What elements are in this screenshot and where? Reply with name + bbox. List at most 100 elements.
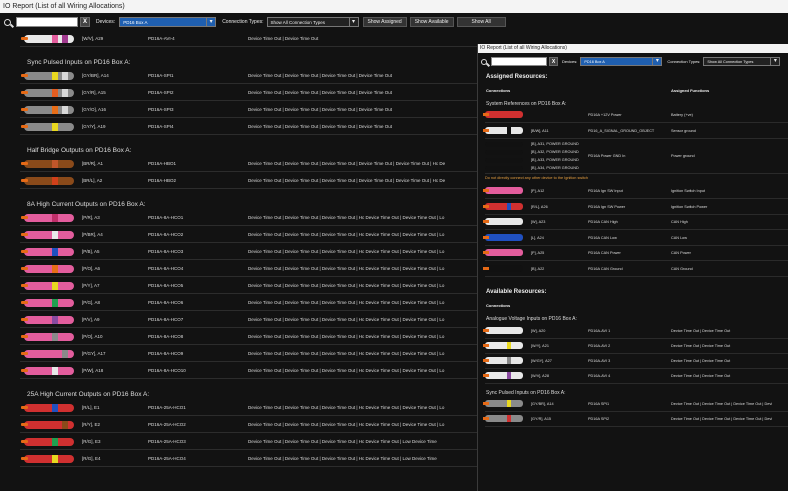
devices-label: Devices:: [96, 19, 116, 25]
wire-color-icon: [483, 372, 523, 379]
wire-band: [62, 176, 68, 185]
wire-tip-icon: [483, 189, 489, 192]
connection-cell: [W], A23: [531, 220, 546, 224]
pin-name-cell: PD16A-SPI4: [148, 124, 174, 129]
overlay-table-row[interactable]: [W/V], A28 PD16A-AVI 4 Device Time Out | D…: [483, 369, 788, 384]
table-row[interactable]: [R/G], E3 PD16A-25A-HCO3 Device Time Out |…: [20, 434, 515, 450]
pin-name-cell: PD16A-25A-HCO4: [148, 456, 186, 461]
section-header: 8A High Current Outputs on PD16 Box A:: [27, 201, 146, 208]
overlay-devices-select[interactable]: PD16 Box A ▾: [580, 57, 663, 66]
overlay-table-row[interactable]: PD16A +12V Power Battery (+ve): [483, 108, 788, 123]
table-row[interactable]: [GY/Y], A19 PD16A-SPI4 Device Time Out | D…: [20, 119, 515, 135]
show-all-button[interactable]: Show All: [456, 17, 506, 27]
table-row[interactable]: [P/GY], A17 PD16A-8A-HCO9 Device Time Out …: [20, 346, 515, 362]
overlay-table-row[interactable]: [W/Y], A21 PD16A-AVI 2 Device Time Out | D…: [483, 339, 788, 354]
table-row[interactable]: [BR/R], A1 PD16A-HBO1 Device Time Out | De…: [20, 156, 515, 172]
connection-cell: [GY/BR], A14: [531, 402, 554, 406]
table-row[interactable]: [P/Y], A7 PD16A-8A-HCO5 Device Time Out | …: [20, 278, 515, 294]
table-row[interactable]: [P/B], A5 PD16A-8A-HCO3 Device Time Out | …: [20, 244, 515, 260]
pin-name-cell: PD16A-8A-HCO9: [148, 351, 184, 356]
available-resources-heading: Available Resources:: [486, 289, 547, 295]
overlay-table-row[interactable]: [W], A20 PD16A-AVI 1 Device Time Out | Dev…: [483, 324, 788, 339]
overlay-table-row[interactable]: [P], A12 PD16A Ign SW Input Ignition Switc…: [483, 184, 788, 199]
pin-name-cell: PD16A-SPI3: [148, 107, 174, 112]
overlay-table-row[interactable]: [B], A22 PD16A CAN Ground CAN Ground: [483, 262, 788, 277]
functions-cell: Device Time Out | Device Time Out | Devi…: [248, 178, 446, 183]
wire-band: [52, 71, 58, 80]
connection-cell: [P/R], A3: [82, 215, 100, 220]
table-row[interactable]: [R/Y], E2 PD16A-25A-HCO2 Device Time Out |…: [20, 417, 515, 433]
wire-color-icon: [483, 127, 523, 134]
section-sync-pulsed-inputs: Sync Pulsed Inputs on PD16 Box A:: [486, 390, 566, 396]
wire-tip-icon: [21, 162, 28, 165]
table-row[interactable]: [GY/O], A16 PD16A-SPI3 Device Time Out | D…: [20, 102, 515, 118]
functions-cell: Device Time Out | Device Time Out | Devi…: [248, 232, 445, 237]
overlay-table-row[interactable]: [B/W], A11 PD16_A_SIGNAL_GROUND_OBJECT Sen…: [483, 124, 788, 139]
overlay-connection-types-select[interactable]: Show All Connection Types ▾: [703, 57, 781, 66]
connection-cell: [P/O], A10: [82, 334, 103, 339]
wire-band: [507, 187, 511, 194]
pin-name-cell: PD16A +12V Power: [588, 113, 622, 117]
wire-color-icon: [21, 247, 74, 256]
connection-types-select[interactable]: Show All Connection Types ▾: [266, 17, 359, 27]
clear-search-button[interactable]: X: [80, 17, 90, 27]
table-row[interactable]: [BR/L], A2 PD16A-HBO2 Device Time Out | De…: [20, 173, 515, 189]
overlay-table-row[interactable]: [W], A23 PD16A CAN High CAN High: [483, 215, 788, 230]
table-row[interactable]: [R/L], E1 PD16A-25A-HCO1 Device Time Out |…: [20, 400, 515, 416]
connection-cell: [W/V], A28: [531, 374, 549, 378]
functions-cell: CAN Ground: [671, 266, 693, 271]
overlay-table-row[interactable]: [R/L], A26 PD16A Ign SW Power Ignition Swi…: [483, 200, 788, 215]
table-row[interactable]: [W/V], A29 PD16A-AVI-4 Device Time Out | D…: [20, 31, 515, 47]
wire-band: [62, 403, 68, 412]
table-row[interactable]: [P/V], A9 PD16A-8A-HCO7 Device Time Out | …: [20, 312, 515, 328]
table-row[interactable]: [GY/BR], A14 PD16A-SPI1 Device Time Out | …: [20, 68, 515, 84]
connection-cell: [GY/BR], A14: [82, 73, 109, 78]
wire-color-icon: [483, 187, 523, 194]
table-row[interactable]: [P/O], A10 PD16A-8A-HCO8 Device Time Out |…: [20, 329, 515, 345]
wire-tip-icon: [21, 125, 28, 128]
section-system-references: System References on PD16 Box A:: [486, 101, 567, 107]
connection-cell: [P/W], A18: [82, 368, 104, 373]
connection-cell: [P], A12: [531, 189, 545, 193]
functions-cell: CAN High: [671, 220, 688, 224]
pin-name-cell: PD16A-HBO2: [148, 178, 177, 183]
overlay-clear-search-button[interactable]: X: [549, 57, 558, 66]
wire-tip-icon: [483, 374, 489, 377]
wire-band: [52, 122, 58, 131]
power-ground-row[interactable]: [B], A31, POWER GROUND [B], A32, POWER GR…: [485, 140, 788, 174]
overlay-table-row[interactable]: [GY/BR], A14 PD16A SPI1 Device Time Out | …: [483, 397, 788, 412]
devices-select[interactable]: PD16 Box A ▾: [119, 17, 217, 27]
pin-name-cell: PD16A-25A-HCO2: [148, 422, 186, 427]
table-row[interactable]: [P/G], A8 PD16A-8A-HCO6 Device Time Out | …: [20, 295, 515, 311]
functions-cell: Device Time Out | Device Time Out: [671, 374, 731, 378]
wire-color-icon: [21, 176, 74, 185]
overlay-search-input[interactable]: [491, 57, 547, 66]
table-row[interactable]: [GY/R], A15 PD16A-SPI2 Device Time Out | D…: [20, 85, 515, 101]
overlay-table-row[interactable]: [W/GY], A27 PD16A-AVI 3 Device Time Out | …: [483, 354, 788, 369]
connection-cell: [B], A22: [531, 266, 545, 271]
overlay-table-row[interactable]: [GY/R], A15 PD16A SPI2 Device Time Out | D…: [483, 412, 788, 427]
wire-band: [507, 372, 511, 379]
table-row[interactable]: [P/R], A3 PD16A-8A-HCO1 Device Time Out | …: [20, 210, 515, 226]
table-row[interactable]: [P/O], A6 PD16A-8A-HCO4 Device Time Out | …: [20, 261, 515, 277]
functions-cell: Device Time Out | Device Time Out | Devi…: [248, 351, 445, 356]
pin-name-cell: PD16A CAN High: [588, 220, 618, 224]
show-available-button[interactable]: Show Available: [409, 17, 454, 27]
table-row[interactable]: [P/BR], A4 PD16A-8A-HCO2 Device Time Out |…: [20, 227, 515, 243]
overlay-table-row[interactable]: [P], A25 PD16A CAN Power CAN Power: [483, 246, 788, 261]
table-row[interactable]: [R/G], E4 PD16A-25A-HCO4 Device Time Out |…: [20, 451, 515, 467]
wire-tip-icon: [21, 250, 28, 253]
overlay-table-row[interactable]: [L], A24 PD16A CAN Low CAN Low: [483, 231, 788, 246]
wire-band: [62, 230, 68, 239]
wire-band: [52, 281, 58, 290]
connection-cell: [R/G], E3: [82, 439, 101, 444]
show-assigned-button[interactable]: Show Assigned: [362, 17, 407, 27]
pin-name-cell: PD16A Ign SW Input: [588, 189, 623, 193]
section-header: Sync Pulsed Inputs on PD16 Box A:: [27, 59, 131, 66]
wire-band: [515, 327, 519, 334]
wire-band: [62, 349, 68, 358]
search-input[interactable]: [16, 17, 78, 27]
wire-tip-icon: [21, 37, 28, 40]
functions-cell: Device Time Out | Device Time Out: [671, 344, 731, 348]
table-row[interactable]: [P/W], A18 PD16A-8A-HCO10 Device Time Out …: [20, 363, 515, 379]
